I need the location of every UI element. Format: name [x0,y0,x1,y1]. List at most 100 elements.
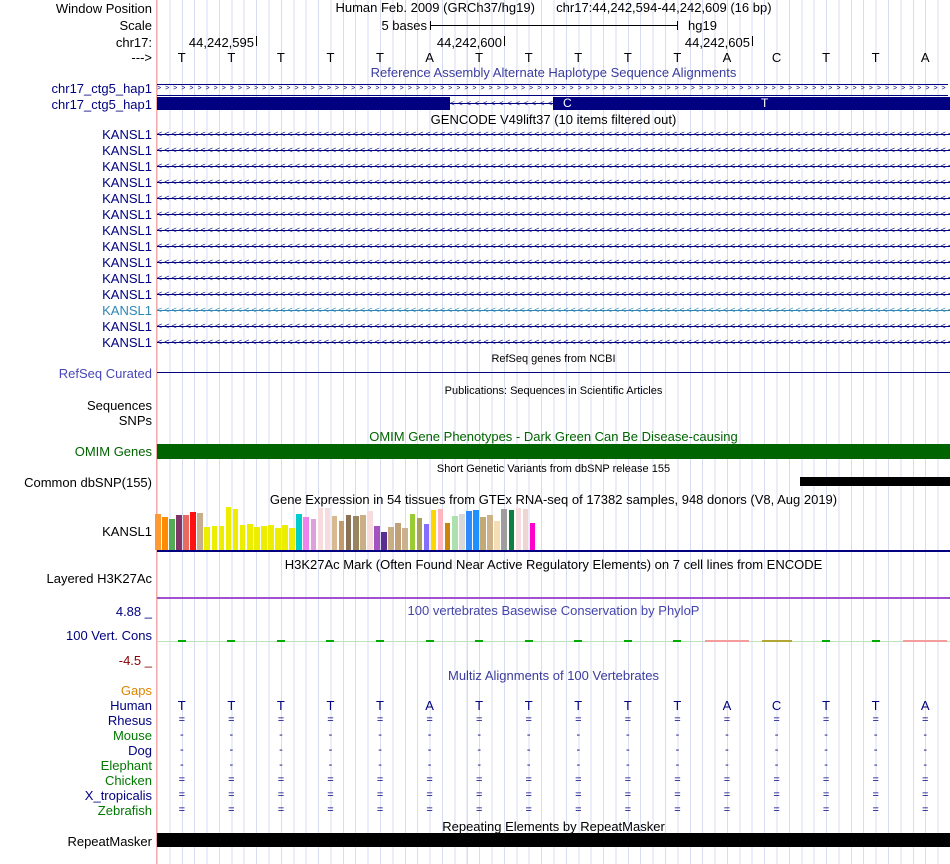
gencode-transcript-arrows[interactable]: <<<<<<<<<<<<<<<<<<<<<<<<<<<<<<<<<<<<<<<<… [157,161,950,173]
gtex-tissue-bar[interactable] [268,525,274,550]
gtex-tissue-bar[interactable] [451,516,458,550]
gtex-tissue-bar[interactable] [282,525,288,550]
gtex-tissue-bar[interactable] [275,528,281,550]
repeatmasker-label[interactable]: RepeatMasker [0,834,152,849]
gencode-gene-label[interactable]: KANSL1 [0,175,152,190]
phylop-label[interactable]: 100 Vert. Cons [0,628,152,643]
gencode-transcript-arrows[interactable]: <<<<<<<<<<<<<<<<<<<<<<<<<<<<<<<<<<<<<<<<… [157,305,950,317]
gencode-transcript-arrows[interactable]: <<<<<<<<<<<<<<<<<<<<<<<<<<<<<<<<<<<<<<<<… [157,257,950,269]
refseq-gene-line[interactable] [157,372,950,373]
gtex-tissue-bar[interactable] [162,517,168,550]
gtex-tissue-bar[interactable] [395,523,401,550]
gencode-gene-label[interactable]: KANSL1 [0,223,152,238]
haplotype-exon-right[interactable] [553,97,950,110]
gencode-gene-label[interactable]: KANSL1 [0,271,152,286]
gtex-gene-label[interactable]: KANSL1 [0,524,152,539]
gtex-tissue-bar[interactable] [197,513,203,550]
gtex-tissue-bar[interactable] [360,515,366,550]
multiz-species-label[interactable]: Zebrafish [0,803,152,818]
sequences-label[interactable]: Sequences [0,398,152,413]
gtex-tissue-bar[interactable] [494,521,500,550]
omim-gene-bar[interactable] [157,444,950,459]
gencode-gene-label[interactable]: KANSL1 [0,191,152,206]
gtex-tissue-bar[interactable] [190,512,196,550]
gtex-tissue-bar[interactable] [246,524,253,550]
gtex-tissue-bar[interactable] [204,527,211,550]
haplotype-exon-left[interactable] [157,97,450,110]
gtex-tissue-bar[interactable] [487,515,493,550]
gtex-tissue-bar[interactable] [338,521,345,550]
gtex-tissue-bar[interactable] [183,515,189,550]
gtex-tissue-bar[interactable] [232,509,239,550]
gtex-tissue-bar[interactable] [253,527,260,550]
gtex-expression-chart[interactable] [155,506,539,550]
gtex-tissue-bar[interactable] [169,519,175,550]
gtex-tissue-bar[interactable] [317,508,324,550]
gtex-tissue-bar[interactable] [473,510,479,550]
multiz-species-label[interactable]: Human [0,698,152,713]
gencode-gene-label[interactable]: KANSL1 [0,303,152,318]
h3k27ac-signal-line[interactable] [157,597,950,599]
gencode-transcript-arrows[interactable]: <<<<<<<<<<<<<<<<<<<<<<<<<<<<<<<<<<<<<<<<… [157,177,950,189]
gencode-transcript-arrows[interactable]: <<<<<<<<<<<<<<<<<<<<<<<<<<<<<<<<<<<<<<<<… [157,193,950,205]
dbsnp-label[interactable]: Common dbSNP(155) [0,475,152,490]
gtex-tissue-bar[interactable] [423,524,430,550]
gtex-tissue-bar[interactable] [176,515,182,550]
multiz-species-label[interactable]: Rhesus [0,713,152,728]
h3k27ac-label[interactable]: Layered H3K27Ac [0,571,152,586]
gtex-tissue-bar[interactable] [310,519,317,550]
gtex-tissue-bar[interactable] [437,509,444,550]
gencode-gene-label[interactable]: KANSL1 [0,159,152,174]
snps-label[interactable]: SNPs [0,413,152,428]
gencode-gene-label[interactable]: KANSL1 [0,335,152,350]
gtex-tissue-bar[interactable] [331,516,338,550]
gtex-tissue-bar[interactable] [388,527,394,550]
gencode-transcript-arrows[interactable]: <<<<<<<<<<<<<<<<<<<<<<<<<<<<<<<<<<<<<<<<… [157,129,950,141]
gtex-tissue-bar[interactable] [374,526,380,550]
gtex-tissue-bar[interactable] [367,511,373,550]
multiz-species-label[interactable]: Elephant [0,758,152,773]
gtex-tissue-bar[interactable] [480,517,486,550]
gtex-tissue-bar[interactable] [529,523,536,550]
gencode-gene-label[interactable]: KANSL1 [0,207,152,222]
gencode-gene-label[interactable]: KANSL1 [0,255,152,270]
gtex-tissue-bar[interactable] [381,532,387,550]
gtex-tissue-bar[interactable] [444,523,451,550]
gtex-tissue-bar[interactable] [416,518,423,550]
gtex-tissue-bar[interactable] [261,526,267,550]
haplotype-variant-c[interactable]: C [563,97,572,110]
haplotype-chevron-band[interactable]: >>>>>>>>>>>>>>>>>>>>>>>>>>>>>>>>>>>>>>>>… [157,84,948,96]
omim-genes-label[interactable]: OMIM Genes [0,444,152,459]
haplotype-intron-arrows[interactable]: <<<<<<<<<<<<<<<< [450,97,553,110]
multiz-species-label[interactable]: X_tropicalis [0,788,152,803]
gtex-tissue-bar[interactable] [430,510,437,550]
gtex-tissue-bar[interactable] [459,514,465,550]
repeatmasker-bar[interactable] [157,833,950,847]
gencode-transcript-arrows[interactable]: <<<<<<<<<<<<<<<<<<<<<<<<<<<<<<<<<<<<<<<<… [157,273,950,285]
gtex-tissue-bar[interactable] [211,526,218,550]
dbsnp-variant-bar[interactable] [800,477,950,486]
gtex-tissue-bar[interactable] [296,514,302,550]
gtex-tissue-bar[interactable] [225,507,232,550]
gtex-tissue-bar[interactable] [515,508,522,550]
multiz-species-label[interactable]: Mouse [0,728,152,743]
gencode-transcript-arrows[interactable]: <<<<<<<<<<<<<<<<<<<<<<<<<<<<<<<<<<<<<<<<… [157,241,950,253]
gtex-tissue-bar[interactable] [508,510,515,550]
gencode-transcript-arrows[interactable]: <<<<<<<<<<<<<<<<<<<<<<<<<<<<<<<<<<<<<<<<… [157,145,950,157]
gtex-tissue-bar[interactable] [218,526,225,550]
gtex-tissue-bar[interactable] [289,528,295,550]
gtex-tissue-bar[interactable] [345,515,352,550]
gtex-tissue-bar[interactable] [352,516,359,550]
gencode-gene-label[interactable]: KANSL1 [0,239,152,254]
multiz-gaps-label[interactable]: Gaps [0,683,152,698]
gtex-tissue-bar[interactable] [324,508,331,550]
gencode-gene-label[interactable]: KANSL1 [0,319,152,334]
multiz-species-label[interactable]: Chicken [0,773,152,788]
gtex-tissue-bar[interactable] [522,509,529,550]
gtex-tissue-bar[interactable] [155,514,161,550]
gtex-tissue-bar[interactable] [239,525,246,550]
gtex-tissue-bar[interactable] [409,514,416,550]
gtex-tissue-bar[interactable] [402,528,409,550]
haplotype-row2-label[interactable]: chr17_ctg5_hap1 [0,97,152,112]
gencode-gene-label[interactable]: KANSL1 [0,127,152,142]
